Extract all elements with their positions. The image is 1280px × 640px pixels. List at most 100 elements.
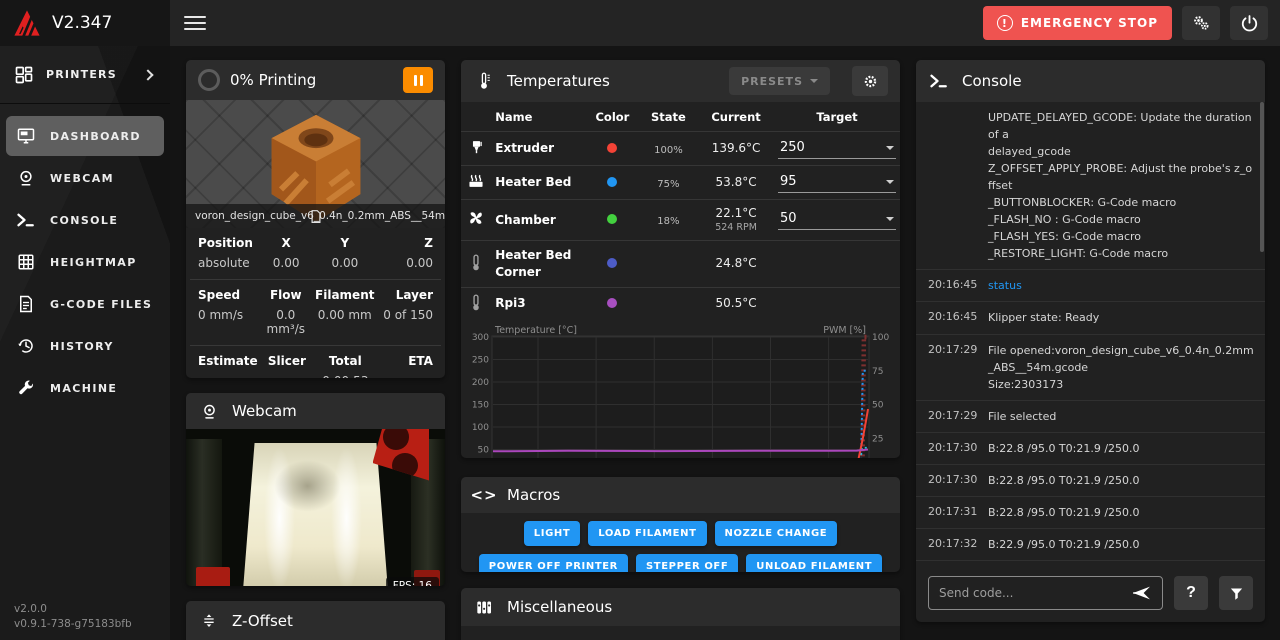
stat-z: Z0.00: [374, 236, 433, 270]
zoffset-title: Z-Offset: [232, 612, 433, 630]
presets-button[interactable]: PRESETS: [729, 67, 830, 95]
sidebar-item-webcam[interactable]: WEBCAM: [6, 158, 164, 198]
temperature-row: Heater Bed Corner24.8°C: [461, 240, 900, 287]
thermometer-icon: [461, 287, 491, 320]
color-dot[interactable]: [607, 177, 617, 187]
console-title: Console: [962, 72, 1253, 90]
chevron-down-icon: [886, 217, 894, 221]
pause-button[interactable]: [403, 67, 433, 93]
power-button[interactable]: [1230, 6, 1268, 40]
footer-version-2: v0.9.1-738-g75183bfb: [14, 617, 132, 632]
sidebar-item-dashboard[interactable]: DASHBOARD: [6, 116, 164, 156]
sensor-state: 18%: [657, 216, 679, 227]
send-icon: [1132, 585, 1152, 601]
macro-button-light[interactable]: LIGHT: [524, 521, 581, 546]
footer-version-1: v2.0.0: [14, 602, 132, 617]
webcam-card: Webcam FPS: 16: [186, 393, 445, 586]
printers-selector[interactable]: PRINTERS: [0, 46, 170, 104]
sidebar-item-g-code-files[interactable]: G-CODE FILES: [6, 284, 164, 324]
sidebar-item-history[interactable]: HISTORY: [6, 326, 164, 366]
console-scrollbar[interactable]: [1260, 102, 1264, 252]
console-entry: 20:16:45Klipper state: Ready: [916, 302, 1265, 334]
sidebar-item-console[interactable]: CONSOLE: [6, 200, 164, 240]
miscellaneous-title: Miscellaneous: [507, 598, 888, 616]
console-filter-button[interactable]: [1219, 576, 1253, 610]
console-entry: 20:17:29File selected: [916, 401, 1265, 433]
settings-gears-button[interactable]: [1182, 6, 1220, 40]
printhead-icon: [461, 132, 491, 166]
col-current: Current: [698, 102, 774, 132]
print-stats-row: Speed0 mm/sFlow0.0 mm³/sFilament0.00 mmL…: [190, 279, 441, 345]
color-dot[interactable]: [607, 214, 617, 224]
sidebar-item-label: DASHBOARD: [50, 130, 141, 143]
sensor-name: Heater Bed: [495, 174, 582, 191]
target-select-heater-bed[interactable]: 95: [778, 172, 896, 193]
svg-text:250: 250: [472, 355, 489, 365]
stat-eta: ETA--: [375, 354, 433, 378]
print-stats-row: Estimate--Slicer--Total0:00:53ETA--: [190, 345, 441, 378]
thermometer-icon: [461, 240, 491, 287]
sidebar-item-label: CONSOLE: [50, 214, 118, 227]
console-message: B:22.8 /95.0 T0:21.9 /250.0: [988, 472, 1255, 489]
macro-button-nozzle-change[interactable]: NOZZLE CHANGE: [715, 521, 838, 546]
svg-text:Temperature [°C]: Temperature [°C]: [494, 325, 577, 336]
svg-text:75: 75: [872, 366, 883, 376]
temperature-chart: 5010015020025030025507510019:2019:3019:4…: [461, 320, 900, 458]
app-version: V2.347: [52, 13, 112, 33]
macro-button-power-off-printer[interactable]: POWER OFF PRINTER: [479, 554, 628, 572]
sidebar-item-heightmap[interactable]: HEIGHTMAP: [6, 242, 164, 282]
zoffset-card: Z-Offset: [186, 601, 445, 640]
col-name: Name: [491, 102, 586, 132]
svg-text:PWM [%]: PWM [%]: [823, 325, 866, 336]
machine-icon: [16, 378, 36, 398]
emergency-stop-label: EMERGENCY STOP: [1021, 16, 1158, 30]
target-select-extruder[interactable]: 250: [778, 138, 896, 159]
gear-icon: [862, 73, 879, 90]
color-dot[interactable]: [607, 258, 617, 268]
gears-icon: [1191, 13, 1211, 33]
gcode-preview: voron_design_cube_v6_0.4n_0.2mm_ABS__54m…: [186, 100, 445, 228]
console-icon: [16, 210, 36, 230]
webcam-icon: [198, 403, 220, 420]
sensor-current: 50.5°C: [702, 296, 770, 312]
console-help-button[interactable]: ?: [1174, 576, 1208, 610]
macro-button-unload-filament[interactable]: UNLOAD FILAMENT: [746, 554, 882, 572]
menu-icon[interactable]: [184, 12, 206, 34]
topbar: ! EMERGENCY STOP: [170, 0, 1280, 46]
console-timestamp: 20:16:45: [928, 309, 988, 326]
console-message[interactable]: status: [988, 277, 1255, 294]
console-entry: 20:17:31B:22.8 /95.0 T0:21.9 /250.0: [916, 497, 1265, 529]
print-progress-ring: [198, 69, 220, 91]
console-timestamp: 20:17:30: [928, 472, 988, 489]
console-card: Console UPDATE_DELAYED_GCODE: Update the…: [916, 60, 1265, 622]
console-message: B:22.8 /95.0 T0:21.9 /250.0: [988, 440, 1255, 457]
temperature-settings-button[interactable]: [852, 66, 888, 96]
color-dot[interactable]: [607, 298, 617, 308]
printers-label: PRINTERS: [46, 68, 132, 81]
macro-button-load-filament[interactable]: LOAD FILAMENT: [588, 521, 706, 546]
chevron-right-icon: [142, 69, 153, 80]
target-select-chamber[interactable]: 50: [778, 209, 896, 230]
sidebar-item-label: MACHINE: [50, 382, 117, 395]
sensor-name: Extruder: [495, 140, 582, 157]
power-icon: [1240, 14, 1259, 33]
macros-card: <> Macros LIGHTLOAD FILAMENTNOZZLE CHANG…: [461, 477, 900, 572]
col-color: Color: [586, 102, 639, 132]
send-button[interactable]: [1130, 583, 1154, 603]
svg-text:50: 50: [872, 400, 884, 410]
macro-buttons: LIGHT LOAD FILAMENT NOZZLE CHANGE POWER OFF…: [461, 513, 900, 572]
emergency-stop-button[interactable]: ! EMERGENCY STOP: [983, 6, 1172, 40]
presets-label: PRESETS: [741, 75, 803, 88]
console-message: File opened:voron_design_cube_v6_0.4n_0.…: [988, 342, 1255, 393]
color-dot[interactable]: [607, 143, 617, 153]
console-icon: [928, 74, 950, 88]
stat-layer: Layer0 of 150: [374, 288, 433, 336]
send-code-input[interactable]: [939, 586, 1130, 600]
console-entry: 20:17:30B:22.8 /95.0 T0:21.9 /250.0: [916, 433, 1265, 465]
temperature-row: Chamber18%22.1°C524 RPM50: [461, 200, 900, 241]
sidebar-item-machine[interactable]: MACHINE: [6, 368, 164, 408]
sensor-current: 53.8°C: [702, 175, 770, 191]
svg-text:50: 50: [478, 445, 490, 455]
macro-button-stepper-off[interactable]: STEPPER OFF: [636, 554, 738, 572]
svg-text:300: 300: [472, 333, 489, 343]
